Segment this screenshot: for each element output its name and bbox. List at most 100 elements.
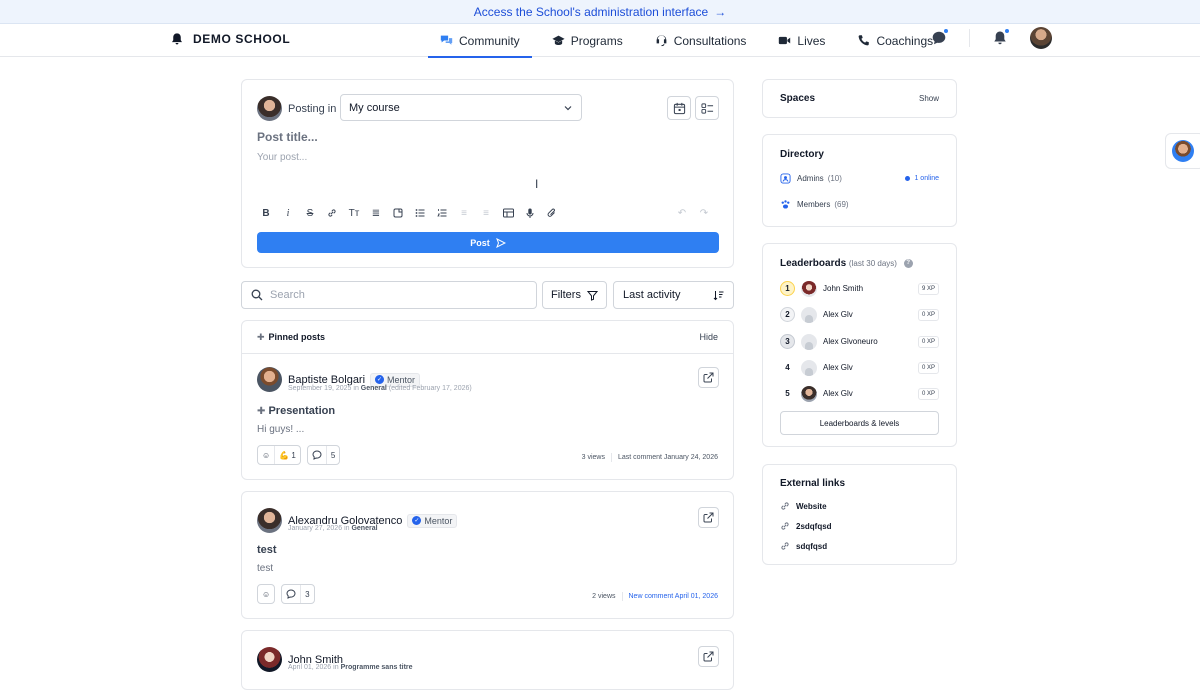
post-button[interactable]: Post xyxy=(257,232,719,253)
space-select[interactable]: My course xyxy=(340,94,582,121)
numbered-list-icon[interactable] xyxy=(435,206,449,220)
sort-select[interactable]: Last activity xyxy=(613,281,734,309)
post-reactions: ☺ 💪 1 5 xyxy=(257,445,346,465)
comment-icon xyxy=(282,585,300,603)
open-post-button[interactable] xyxy=(698,646,719,667)
post-body-input[interactable]: Your post... xyxy=(257,152,307,163)
author-name: Baptiste Bolgari xyxy=(288,373,366,386)
brand-name: DEMO SCHOOL xyxy=(193,32,291,46)
post-title[interactable]: test xyxy=(257,544,277,556)
external-link[interactable]: Website xyxy=(780,501,827,511)
members-label: Members xyxy=(797,200,831,209)
directory-admins[interactable]: Admins (10) xyxy=(780,173,842,184)
post-space[interactable]: Programme sans titre xyxy=(341,664,413,671)
bullet-list-icon[interactable] xyxy=(413,206,427,220)
nav-consultations[interactable]: Consultations xyxy=(643,24,759,57)
external-link[interactable]: 2sdqfqsd xyxy=(780,521,832,531)
leaderboard-row[interactable]: 4 Alex Glv 0 XP xyxy=(780,359,939,376)
help-icon[interactable]: ? xyxy=(903,258,913,268)
spaces-show-button[interactable]: Show xyxy=(919,94,939,103)
last-comment[interactable]: New comment April 01, 2026 xyxy=(629,593,719,600)
notifications-button[interactable] xyxy=(989,27,1011,49)
leaderboards-levels-button[interactable]: Leaderboards & levels xyxy=(780,411,939,435)
post-card: John Smith April 01, 2026 in Programme s… xyxy=(241,630,734,690)
leaderboard-row[interactable]: 3 Alex Glvoneuro 0 XP xyxy=(780,333,939,350)
brand[interactable]: DEMO SCHOOL xyxy=(170,32,290,46)
online-dot xyxy=(905,176,911,181)
space-select-value: My course xyxy=(349,101,400,114)
link-icon[interactable] xyxy=(325,206,339,220)
external-link-label: 2sdqfqsd xyxy=(796,521,832,531)
sort-label: Last activity xyxy=(623,289,681,301)
external-links-card: External links Website 2sdqfqsd sdqfqsd xyxy=(762,464,957,565)
link-icon xyxy=(781,542,789,550)
reactions-button[interactable]: ☺ xyxy=(257,584,276,604)
admin-banner-text[interactable]: Access the School's administration inter… xyxy=(474,5,708,19)
leaderboard-row[interactable]: 2 Alex Glv 0 XP xyxy=(780,306,939,323)
arrow-right-icon: → xyxy=(714,4,727,19)
outdent-icon[interactable]: ≡ xyxy=(479,206,493,220)
graduation-cap-icon xyxy=(552,35,565,45)
admins-count: (10) xyxy=(827,174,842,183)
emoji-add-icon[interactable]: ☺ xyxy=(258,446,274,464)
post-title[interactable]: ✚ Presentation xyxy=(257,405,335,417)
indent-icon[interactable]: ≡ xyxy=(457,206,471,220)
post-title-input[interactable]: Post title... xyxy=(257,130,318,144)
post-reactions: ☺ 3 xyxy=(257,584,321,604)
reactions-button[interactable]: ☺ 💪 1 xyxy=(257,445,301,465)
user-avatar[interactable] xyxy=(1030,27,1052,49)
strikethrough-icon[interactable]: S xyxy=(303,206,317,220)
post-meta: April 01, 2026 in Programme sans titre xyxy=(288,664,413,671)
nav-lives[interactable]: Lives xyxy=(766,24,837,57)
role-label: Mentor xyxy=(424,515,453,526)
nav-community[interactable]: Community xyxy=(428,24,532,58)
open-post-button[interactable] xyxy=(698,367,719,388)
filters-button[interactable]: Filters xyxy=(542,281,607,309)
post-space[interactable]: General xyxy=(351,525,377,532)
external-link[interactable]: sdqfqsd xyxy=(780,541,827,551)
author-avatar xyxy=(257,367,282,392)
embed-icon[interactable] xyxy=(391,206,405,220)
leaderboard-row[interactable]: 5 Alex Glv 0 XP xyxy=(780,385,939,402)
leaderboard-title-text: Leaderboards xyxy=(780,258,847,269)
default-avatar-icon xyxy=(801,306,817,323)
hide-pinned-button[interactable]: Hide xyxy=(699,332,718,342)
views-count: 2 views xyxy=(592,593,616,600)
reaction-chip[interactable]: 💪 1 xyxy=(274,446,300,464)
post-in-label: in xyxy=(333,664,339,671)
leaderboard-row[interactable]: 1 John Smith 9 XP xyxy=(780,280,939,297)
table-icon[interactable] xyxy=(501,206,515,220)
search-input[interactable]: Search xyxy=(241,281,537,309)
comments-button[interactable]: 5 xyxy=(306,445,341,465)
comment-count: 3 xyxy=(300,585,313,603)
nav-programs[interactable]: Programs xyxy=(540,24,635,57)
table-glyph xyxy=(502,208,514,218)
bold-icon[interactable]: B xyxy=(259,206,273,220)
post-stats: 3 views Last comment January 24, 2026 xyxy=(582,453,718,462)
emoji-add-icon[interactable]: ☺ xyxy=(258,585,274,603)
schedule-button[interactable] xyxy=(667,96,691,120)
messages-button[interactable] xyxy=(928,27,950,49)
post-title-text: Presentation xyxy=(268,405,336,417)
attachment-icon[interactable] xyxy=(545,206,559,220)
italic-icon[interactable]: i xyxy=(281,206,295,220)
redo-icon[interactable]: ↷ xyxy=(697,206,711,220)
text-size-icon[interactable]: Tт xyxy=(347,206,361,220)
comments-button[interactable]: 3 xyxy=(281,584,315,604)
user-name: Alex Glv xyxy=(823,363,853,372)
open-post-button[interactable] xyxy=(698,507,719,528)
post-space[interactable]: General xyxy=(361,385,387,392)
directory-title: Directory xyxy=(780,149,824,160)
members-count: (69) xyxy=(834,200,849,209)
rank-badge: 4 xyxy=(785,363,790,372)
floating-profile-button[interactable] xyxy=(1165,133,1200,169)
microphone-icon[interactable] xyxy=(523,206,537,220)
pinned-title: ✚ Pinned posts xyxy=(257,332,325,343)
poll-button[interactable] xyxy=(695,96,719,120)
chevron-down-icon xyxy=(564,105,572,110)
directory-members[interactable]: Members (69) xyxy=(780,199,849,210)
align-icon[interactable]: ≣ xyxy=(369,206,383,220)
admin-banner[interactable]: Access the School's administration inter… xyxy=(0,0,1200,24)
author-avatar xyxy=(257,508,282,533)
undo-icon[interactable]: ↶ xyxy=(675,206,689,220)
